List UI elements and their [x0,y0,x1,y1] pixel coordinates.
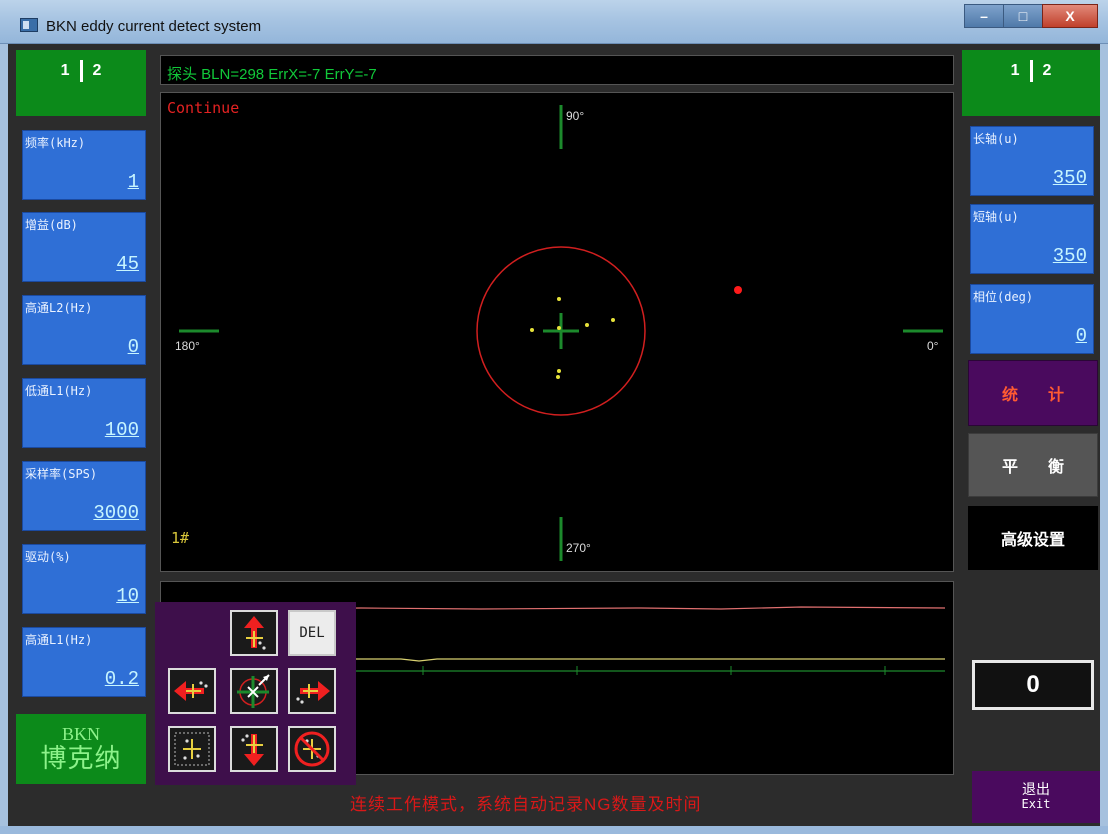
param-value[interactable]: 0 [1076,325,1087,347]
balance-label-2: 衡 [1048,459,1065,476]
signal-dot [557,297,561,301]
window-controls: – □ X [964,4,1098,28]
signal-dot [611,318,615,322]
move-left-button[interactable] [168,668,216,714]
app-icon [20,18,38,32]
param-label: 高通L2(Hz) [25,301,93,315]
move-up-button[interactable] [230,610,278,656]
param-label: 长轴(u) [973,132,1019,146]
param-label: 低通L1(Hz) [25,384,93,398]
exit-label-en: Exit [1021,797,1051,811]
impedance-plane-display[interactable]: Continue 1# 90° 270° 180° 0° [160,92,954,572]
signal-dot [557,326,561,330]
angle-label-270: 270° [566,541,591,555]
bkn-logo: BKN 博克纳 [16,714,146,784]
delete-button[interactable]: DEL [288,610,336,656]
angle-label-180: 180° [175,339,200,353]
maximize-button[interactable]: □ [1003,4,1043,28]
status-message: 连续工作模式，系统自动记录NG数量及时间 [350,795,702,814]
window-frame-left [0,44,8,826]
param-value[interactable]: 0 [128,336,139,358]
param-phase[interactable]: 相位(deg) 0 [970,284,1094,354]
minimize-button[interactable]: – [964,4,1004,28]
tab-separator [1029,60,1033,82]
ng-counter: 0 [972,660,1094,710]
no-trace-icon [294,731,330,767]
crosshair-center-icon [237,674,270,708]
close-button[interactable]: X [1042,4,1098,28]
move-down-button[interactable] [230,726,278,772]
right-tab-1[interactable]: 1 [1011,62,1020,80]
param-label: 采样率(SPS) [25,467,98,481]
window-frame-bottom [0,826,1108,834]
param-label: 频率(kHz) [25,136,86,150]
arrow-up-icon [244,616,266,650]
tool-palette: DEL [155,602,356,785]
scope-canvas [179,105,943,561]
param-drive[interactable]: 驱动(%) 10 [22,544,146,614]
param-value[interactable]: 0.2 [105,668,139,690]
param-long-axis[interactable]: 长轴(u) 350 [970,126,1094,196]
signal-dot [585,323,589,327]
erase-button[interactable] [168,726,216,772]
signal-dot [530,328,534,332]
param-value[interactable]: 1 [128,171,139,193]
right-tab-2[interactable]: 2 [1043,62,1052,80]
mode-label: Continue [167,99,240,117]
balance-button[interactable]: 平 衡 [968,433,1098,497]
window-title: BKN eddy current detect system [46,18,262,35]
statistics-label-2: 计 [1048,387,1065,404]
clear-all-button[interactable] [288,726,336,772]
param-label: 增益(dB) [25,218,78,232]
param-label: 相位(deg) [973,290,1034,304]
angle-label-90: 90° [566,109,585,123]
window-frame-right [1100,44,1108,826]
param-value[interactable]: 350 [1053,167,1087,189]
arrow-left-icon [174,681,208,701]
advanced-settings-button[interactable]: 高级设置 [968,506,1098,570]
arrow-right-icon [296,681,330,704]
title-bar: BKN eddy current detect system – □ X [0,0,1108,44]
signal-dot [557,369,561,373]
angle-label-0: 0° [927,339,939,353]
param-highpass-l2[interactable]: 高通L2(Hz) 0 [22,295,146,365]
signal-dot [556,375,560,379]
left-tab-1[interactable]: 1 [61,62,70,80]
tab-separator [79,60,83,82]
statistics-button[interactable]: 统 计 [968,360,1098,426]
param-value[interactable]: 3000 [93,502,139,524]
center-reset-button[interactable] [230,668,278,714]
arrow-down-icon [241,734,264,766]
channel-label: 1# [171,529,190,547]
param-value[interactable]: 350 [1053,245,1087,267]
left-channel-tabs: 1 2 [16,50,146,116]
param-value[interactable]: 10 [116,585,139,607]
move-right-button[interactable] [288,668,336,714]
erase-trace-icon [174,732,210,766]
param-short-axis[interactable]: 短轴(u) 350 [970,204,1094,274]
statistics-label-1: 统 [1001,387,1018,404]
balance-label-1: 平 [1001,459,1018,476]
right-channel-tabs: 1 2 [962,50,1100,116]
param-value[interactable]: 100 [105,419,139,441]
param-value[interactable]: 45 [116,253,139,275]
probe-info-bar: 探头 BLN=298 ErrX=-7 ErrY=-7 [160,55,954,85]
exit-button[interactable]: 退出 Exit [972,771,1100,823]
param-gain[interactable]: 增益(dB) 45 [22,212,146,282]
param-sample-rate[interactable]: 采样率(SPS) 3000 [22,461,146,531]
exit-label-cn: 退出 [1022,781,1050,797]
param-highpass-l1[interactable]: 高通L1(Hz) 0.2 [22,627,146,697]
param-frequency[interactable]: 频率(kHz) 1 [22,130,146,200]
left-tab-2[interactable]: 2 [93,62,102,80]
param-label: 高通L1(Hz) [25,633,93,647]
param-label: 短轴(u) [973,210,1019,224]
logo-text-en: BKN [61,724,100,744]
logo-text-cn: 博克纳 [40,744,122,773]
param-lowpass-l1[interactable]: 低通L1(Hz) 100 [22,378,146,448]
current-point-marker [734,286,742,294]
param-label: 驱动(%) [25,550,71,564]
